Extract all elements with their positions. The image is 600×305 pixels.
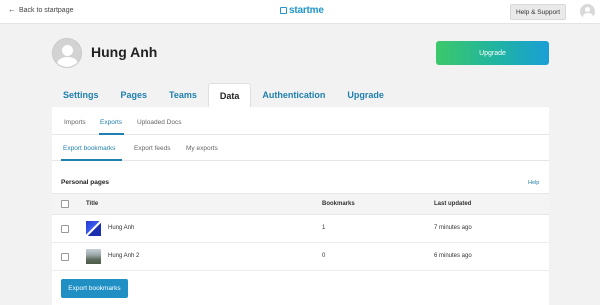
table-row[interactable]: Hung Anh 2 0 6 minutes ago: [52, 243, 549, 271]
export-subtabs: Export bookmarks Export feeds My exports: [52, 135, 549, 161]
help-link[interactable]: Help: [528, 180, 539, 186]
profile-name: Hung Anh: [91, 44, 158, 60]
page-thumbnail: [86, 221, 101, 236]
page-title: Hung Anh: [108, 225, 135, 231]
last-updated: 7 minutes ago: [434, 225, 472, 231]
logo-square-icon: [280, 7, 287, 14]
table-header: Title Bookmarks Last updated: [52, 193, 549, 215]
select-all-checkbox[interactable]: [61, 200, 69, 208]
row-checkbox[interactable]: [61, 253, 69, 261]
export-bookmarks-button[interactable]: Export bookmarks: [61, 279, 128, 298]
help-support-button[interactable]: Help & Support: [510, 4, 566, 20]
top-bar: ← Back to startpage startme Help & Suppo…: [0, 0, 600, 24]
subtab-imports[interactable]: Imports: [64, 119, 86, 126]
data-subtabs: Imports Exports Uploaded Docs: [52, 107, 549, 135]
tab-upgrade[interactable]: Upgrade: [336, 83, 395, 107]
tab-authentication[interactable]: Authentication: [251, 83, 336, 107]
bookmark-count: 0: [322, 253, 326, 259]
subtab-exports[interactable]: Exports: [100, 119, 122, 126]
subtab-uploaded-docs[interactable]: Uploaded Docs: [137, 119, 181, 126]
back-to-startpage-link[interactable]: ← Back to startpage: [8, 6, 73, 14]
tab-teams[interactable]: Teams: [158, 83, 208, 107]
profile-avatar-icon: [52, 38, 82, 68]
data-panel: Imports Exports Uploaded Docs Export boo…: [52, 107, 549, 305]
user-avatar-icon[interactable]: [580, 4, 595, 19]
main-tabs: Settings Pages Teams Data Authentication…: [52, 83, 395, 107]
startme-logo[interactable]: startme: [280, 5, 324, 16]
tab-data[interactable]: Data: [207, 83, 252, 107]
bookmark-count: 1: [322, 225, 326, 231]
subtab-export-bookmarks[interactable]: Export bookmarks: [63, 145, 115, 152]
page-title: Hung Anh 2: [108, 253, 140, 259]
active-export-tab-indicator: [61, 159, 122, 161]
column-header-bookmarks: Bookmarks: [322, 201, 355, 207]
back-link-label: Back to startpage: [19, 6, 74, 14]
column-header-last-updated: Last updated: [434, 201, 472, 207]
row-checkbox[interactable]: [61, 225, 69, 233]
column-header-title: Title: [86, 201, 99, 207]
subtab-my-exports[interactable]: My exports: [186, 145, 218, 152]
subtab-export-feeds[interactable]: Export feeds: [134, 145, 171, 152]
arrow-left-icon: ←: [8, 5, 16, 14]
section-title: Personal pages: [61, 179, 110, 186]
tab-pages[interactable]: Pages: [110, 83, 159, 107]
page-thumbnail: [86, 249, 101, 264]
tab-settings[interactable]: Settings: [52, 83, 110, 107]
last-updated: 6 minutes ago: [434, 253, 472, 259]
upgrade-button[interactable]: Upgrade: [436, 41, 549, 65]
logo-text: startme: [289, 5, 324, 16]
table-row[interactable]: Hung Anh 1 7 minutes ago: [52, 215, 549, 243]
